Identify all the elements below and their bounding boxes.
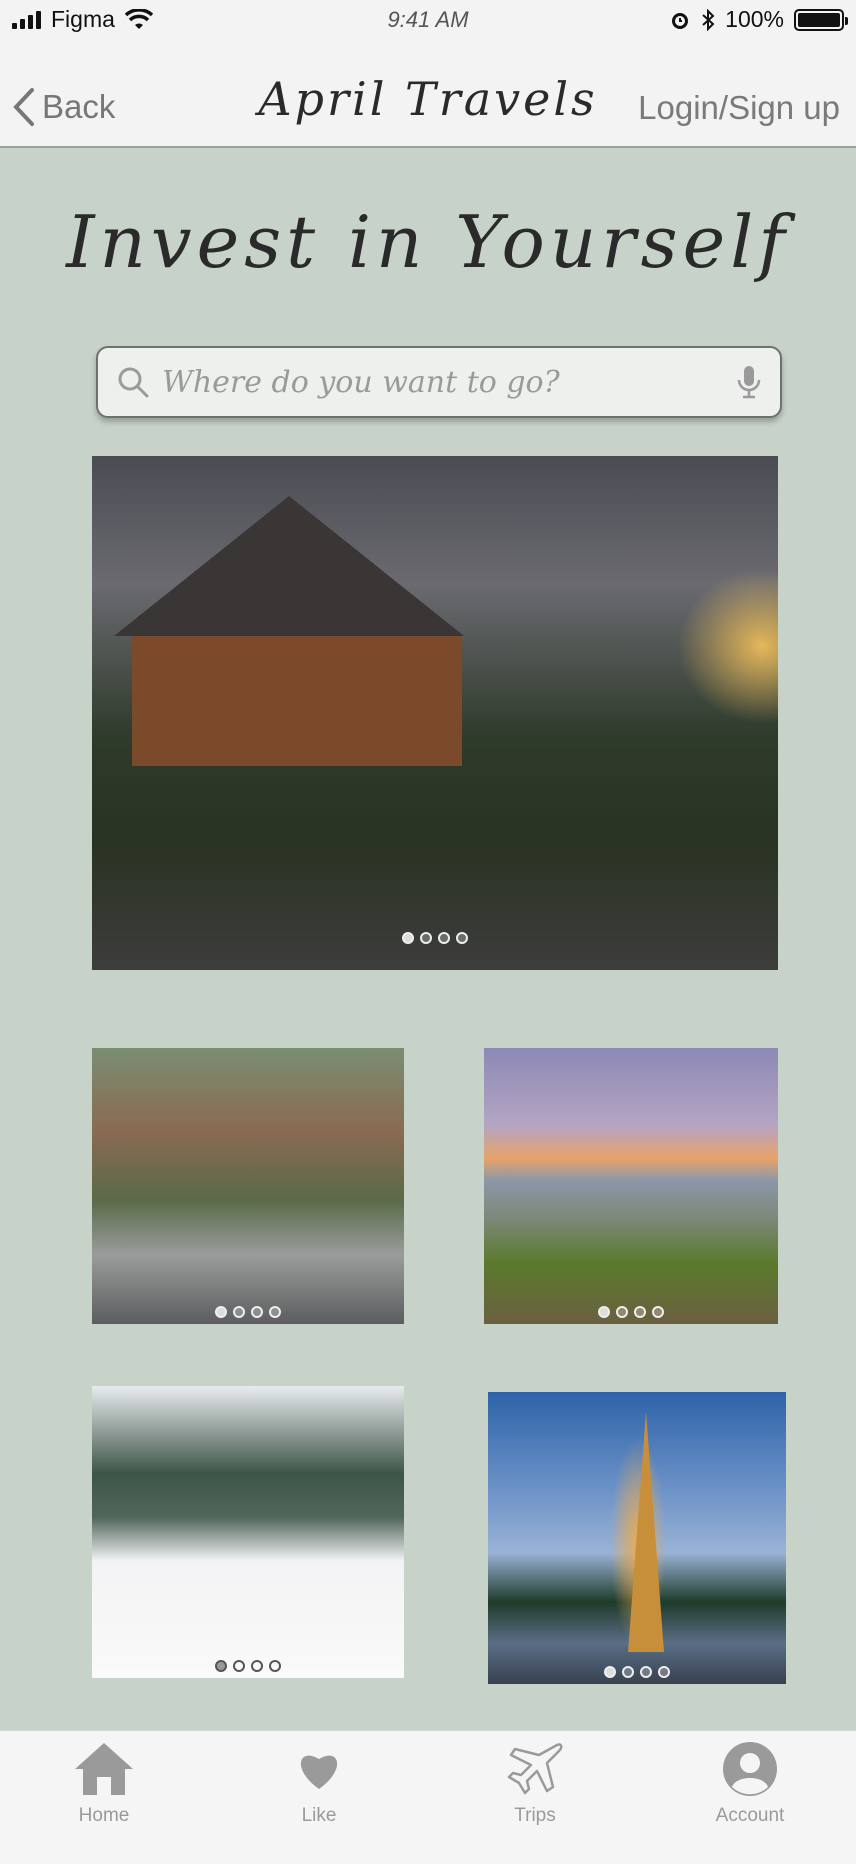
- search-bar[interactable]: [96, 346, 782, 418]
- carousel-dot[interactable]: [640, 1666, 652, 1678]
- carousel-dot[interactable]: [622, 1666, 634, 1678]
- battery-percent: 100%: [725, 6, 784, 32]
- carousel-dots: [488, 1666, 786, 1678]
- tab-home[interactable]: Home: [29, 1741, 179, 1827]
- carousel-dots: [92, 1660, 404, 1672]
- tab-like-label: Like: [301, 1805, 337, 1826]
- eiffel-tower-shape: [628, 1412, 664, 1652]
- search-icon: [118, 367, 149, 398]
- carousel-dots: [484, 1306, 778, 1318]
- tab-trips[interactable]: Trips: [460, 1741, 610, 1827]
- photo-eiffel-tower[interactable]: [488, 1392, 786, 1684]
- tab-account[interactable]: Account: [675, 1741, 825, 1827]
- carousel-dot[interactable]: [456, 932, 468, 944]
- heart-icon: [300, 1755, 338, 1789]
- carousel-dot[interactable]: [215, 1660, 227, 1672]
- carousel-dot[interactable]: [215, 1306, 227, 1318]
- photo-coastal-cliff[interactable]: [484, 1048, 778, 1324]
- carousel-dot[interactable]: [652, 1306, 664, 1318]
- photo-snow-cabin[interactable]: [92, 1386, 404, 1678]
- bluetooth-icon: [702, 8, 715, 31]
- carousel-dot[interactable]: [269, 1660, 281, 1672]
- tab-bar: Home Like Trips Account: [0, 1730, 856, 1864]
- alarm-icon: [672, 12, 689, 29]
- login-signup-link[interactable]: Login/Sign up: [638, 89, 840, 127]
- cabin-body-shape: [132, 636, 462, 766]
- cabin-roof-shape: [114, 496, 464, 636]
- carousel-dot[interactable]: [269, 1306, 281, 1318]
- search-input[interactable]: [162, 364, 736, 400]
- tab-like[interactable]: Like: [244, 1741, 394, 1827]
- nav-bar: Back April Travels Login/Sign up: [0, 42, 856, 148]
- carousel-dot[interactable]: [251, 1306, 263, 1318]
- carousel-dot[interactable]: [598, 1306, 610, 1318]
- carousel-dot[interactable]: [658, 1666, 670, 1678]
- carousel-dot[interactable]: [402, 932, 414, 944]
- page-headline: Invest in Yourself: [66, 200, 790, 284]
- carousel-dot[interactable]: [634, 1306, 646, 1318]
- status-right: 100%: [669, 6, 848, 33]
- home-icon: [75, 1743, 133, 1795]
- photo-brownstone-street[interactable]: [92, 1048, 404, 1324]
- battery-icon: [794, 8, 848, 31]
- carousel-dot[interactable]: [233, 1306, 245, 1318]
- user-icon: [723, 1742, 777, 1796]
- carousel-dot[interactable]: [438, 932, 450, 944]
- carousel-dots: [92, 1306, 404, 1318]
- airplane-icon: [507, 1743, 563, 1795]
- photo-family-cabin[interactable]: [92, 456, 778, 970]
- microphone-icon[interactable]: [736, 364, 762, 400]
- carousel-dot[interactable]: [420, 932, 432, 944]
- status-bar: Figma 9:41 AM 100%: [0, 0, 856, 42]
- carousel-dot[interactable]: [616, 1306, 628, 1318]
- carousel-dot[interactable]: [233, 1660, 245, 1672]
- carousel-dot[interactable]: [251, 1660, 263, 1672]
- tab-trips-label: Trips: [514, 1805, 556, 1826]
- carousel-dot[interactable]: [604, 1666, 616, 1678]
- tab-home-label: Home: [78, 1805, 130, 1826]
- tab-account-label: Account: [715, 1805, 785, 1826]
- carousel-dots: [92, 932, 778, 944]
